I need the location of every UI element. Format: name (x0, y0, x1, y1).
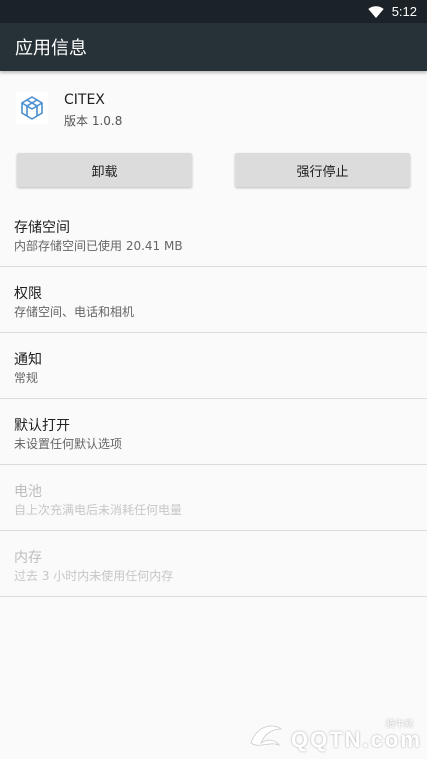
watermark-text: QQTN.com (291, 727, 422, 752)
settings-item-summary: 未设置任何默认选项 (14, 437, 123, 451)
uninstall-button[interactable]: 卸载 (17, 153, 192, 187)
settings-item-summary: 常规 (14, 371, 39, 385)
status-time: 5:12 (391, 4, 417, 19)
settings-item-open-by-default[interactable]: 默认打开 未设置任何默认选项 (0, 399, 427, 465)
settings-item-summary: 存储空间、电话和相机 (14, 305, 135, 319)
settings-item-title: 内存 (14, 550, 42, 566)
app-name: CITEX (64, 92, 105, 108)
force-stop-button[interactable]: 强行停止 (235, 153, 410, 187)
settings-item-battery: 电池 自上次充满电后未消耗任何电量 (0, 465, 427, 531)
settings-item-title: 默认打开 (14, 418, 70, 434)
settings-item-memory: 内存 过去 3 小时内未使用任何内存 (0, 531, 427, 597)
app-version: 版本 1.0.8 (64, 114, 123, 128)
settings-item-permissions[interactable]: 权限 存储空间、电话和相机 (0, 267, 427, 333)
settings-item-title: 电池 (14, 484, 42, 500)
watermark: 腾牛网 QQTN.com (247, 717, 420, 755)
settings-item-storage[interactable]: 存储空间 内部存储空间已使用 20.41 MB (0, 201, 427, 267)
settings-item-summary: 自上次充满电后未消耗任何电量 (14, 503, 183, 517)
settings-list: 存储空间 内部存储空间已使用 20.41 MB 权限 存储空间、电话和相机 通知… (0, 201, 427, 597)
settings-item-summary: 内部存储空间已使用 20.41 MB (14, 239, 183, 253)
settings-item-title: 权限 (14, 286, 42, 302)
app-header: CITEX 版本 1.0.8 (0, 86, 427, 136)
watermark-logo-icon (250, 725, 283, 746)
status-bar: 5:12 (0, 0, 427, 23)
wifi-icon (368, 5, 384, 18)
settings-item-summary: 过去 3 小时内未使用任何内存 (14, 569, 174, 583)
app-bar: 应用信息 (0, 23, 427, 71)
settings-item-title: 存储空间 (14, 220, 70, 236)
citex-app-icon (16, 92, 48, 124)
settings-item-notifications[interactable]: 通知 常规 (0, 333, 427, 399)
settings-item-title: 通知 (14, 352, 42, 368)
page-title: 应用信息 (15, 38, 87, 59)
